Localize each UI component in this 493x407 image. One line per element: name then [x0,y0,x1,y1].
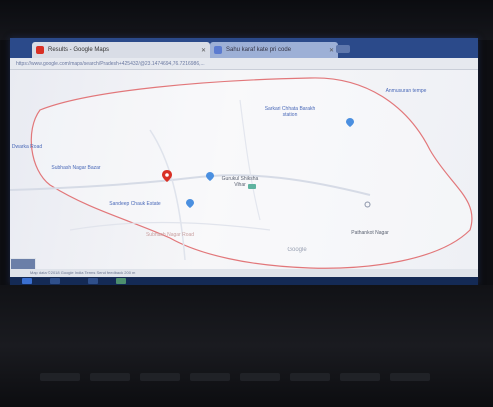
route-label: Subhash Nagar Road [145,232,195,238]
file-explorer-icon[interactable] [50,278,60,284]
place-label[interactable]: Sandeep Chauk Estate [105,201,165,207]
map-canvas[interactable]: Anmusuran tempe Sarkari Chhata Barakh st… [10,70,478,278]
map-status-bar: Map data ©2018 Google India Terms Send f… [10,269,478,277]
app-icon[interactable] [88,278,98,284]
tab-title: Results - Google Maps [48,47,110,53]
tab-google-maps[interactable]: Results - Google Maps ✕ [32,42,210,58]
station-marker-icon[interactable] [346,118,354,127]
laptop-bezel-top [0,0,493,40]
keyboard-key [340,373,380,381]
browser-tab-bar: Results - Google Maps ✕ Sahu karaf kate … [10,38,478,58]
selected-location-pin-icon[interactable] [162,170,172,182]
chrome-icon[interactable] [116,278,126,284]
tab-second[interactable]: Sahu karaf kate pri code ✕ [210,42,338,58]
laptop-keyboard-area [0,285,493,407]
google-watermark: Google [287,247,307,253]
keyboard-key [390,373,430,381]
new-tab-button[interactable] [336,45,350,53]
close-tab-icon[interactable]: ✕ [329,47,334,54]
windows-taskbar [10,277,478,285]
area-boundary [30,77,473,269]
place-label[interactable]: Anmusuran tempe [382,88,430,94]
keyboard-key [40,373,80,381]
start-icon[interactable] [22,278,32,284]
place-marker-icon[interactable] [186,199,194,208]
poi-icon[interactable] [364,201,371,208]
keyboard-key [140,373,180,381]
tab-title: Sahu karaf kate pri code [226,47,292,53]
keyboard-key [240,373,280,381]
close-tab-icon[interactable]: ✕ [201,47,206,54]
bus-stop-icon[interactable] [248,184,256,189]
address-bar[interactable]: https://www.google.com/maps/search/Prade… [10,58,478,70]
keyboard-key [290,373,330,381]
maps-favicon-icon [36,46,44,54]
place-marker-icon[interactable] [206,172,214,181]
keyboard-key [90,373,130,381]
map-overlay [10,77,473,269]
laptop-screen: Results - Google Maps ✕ Sahu karaf kate … [10,38,478,285]
place-label[interactable]: Sarkari Chhata Barakh station [258,106,322,118]
place-label[interactable]: Dwarka Road [10,144,44,150]
page-favicon-icon [214,46,222,54]
place-label[interactable]: Subhash Nagar Bazar [40,165,112,171]
keyboard-key [190,373,230,381]
place-label[interactable]: Pathankot Nagar [350,230,390,236]
